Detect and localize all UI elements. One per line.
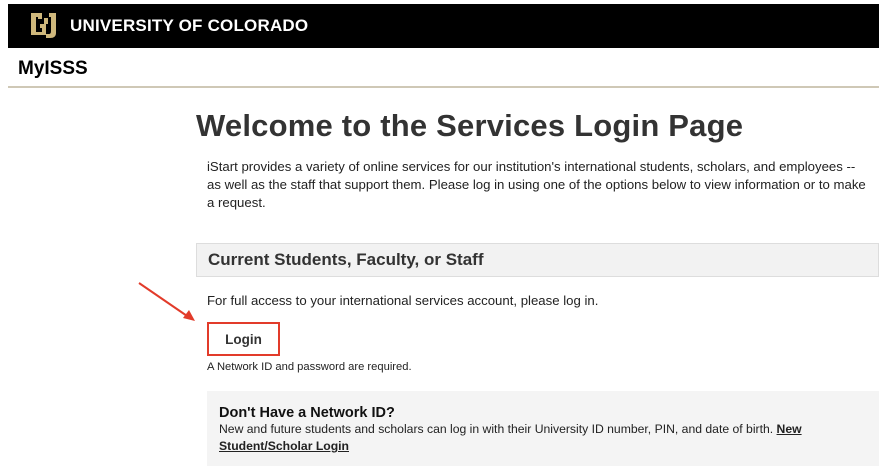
login-button[interactable]: Login xyxy=(207,322,280,356)
section-heading: Current Students, Faculty, or Staff xyxy=(208,250,484,269)
app-name[interactable]: MyISSS xyxy=(18,58,88,80)
network-box-heading: Don't Have a Network ID? xyxy=(219,405,395,421)
university-name[interactable]: UNIVERSITY OF COLORADO xyxy=(70,16,308,36)
main-content: Welcome to the Services Login Page iStar… xyxy=(196,108,879,466)
page-title: Welcome to the Services Login Page xyxy=(196,108,744,143)
university-header-bar: UNIVERSITY OF COLORADO xyxy=(8,4,879,48)
network-box-text: New and future students and scholars can… xyxy=(219,421,864,455)
section-header: Current Students, Faculty, or Staff xyxy=(196,243,879,277)
required-note: A Network ID and password are required. xyxy=(207,361,412,373)
cu-logo-icon[interactable] xyxy=(26,9,60,43)
network-id-box: Don't Have a Network ID? New and future … xyxy=(207,391,879,466)
app-bar: MyISSS xyxy=(8,48,879,88)
access-text: For full access to your international se… xyxy=(207,293,599,308)
login-button-label: Login xyxy=(225,331,262,347)
intro-text: iStart provides a variety of online serv… xyxy=(207,159,866,210)
network-box-description: New and future students and scholars can… xyxy=(219,422,774,436)
red-arrow-icon xyxy=(138,282,195,321)
